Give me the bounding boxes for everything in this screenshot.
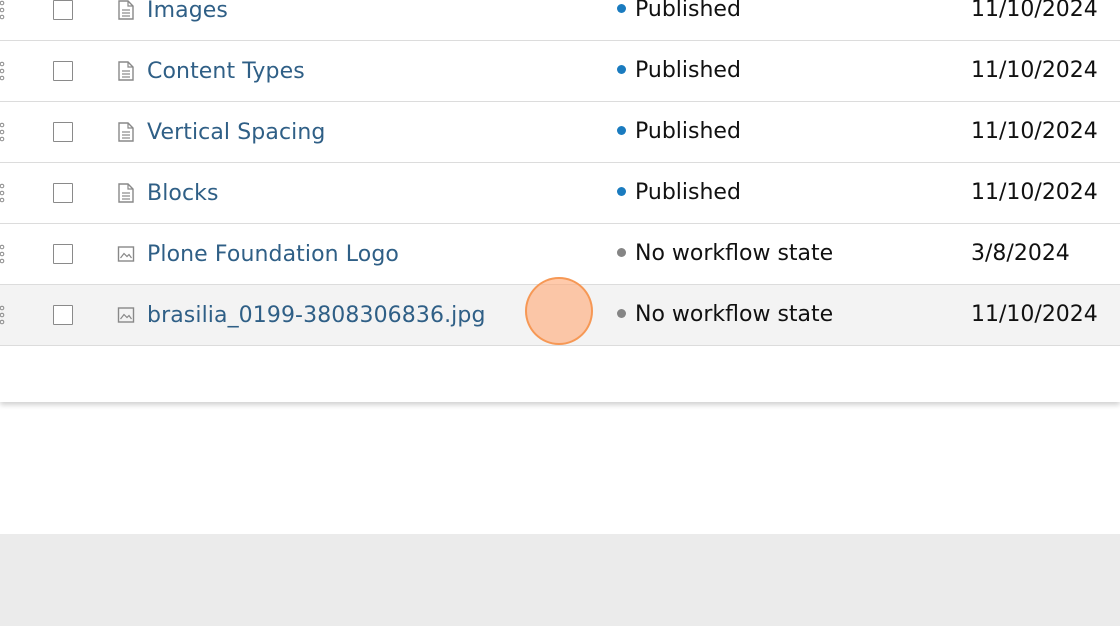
footer-band [0,534,1120,626]
review-state-label: No workflow state [635,302,834,327]
item-title-link[interactable]: Plone Foundation Logo [147,242,399,267]
row-checkbox[interactable] [53,305,73,325]
drag-handle-icon[interactable] [0,244,6,264]
review-state: Published [617,119,741,144]
status-dot [617,247,626,257]
table-row[interactable]: Images Published 11/10/2024 [0,0,1120,41]
item-title-link[interactable]: Images [147,0,228,23]
image-icon [117,307,135,323]
row-checkbox[interactable] [53,244,73,264]
image-icon [117,246,135,262]
modified-date: 11/10/2024 [971,0,1098,22]
table-row[interactable]: Content Types Published 11/10/2024 [0,41,1120,102]
status-dot [617,186,626,196]
row-checkbox[interactable] [53,61,73,81]
review-state: Published [617,58,741,83]
modified-date: 11/10/2024 [971,119,1098,144]
review-state: Published [617,180,741,205]
row-checkbox[interactable] [53,0,73,20]
review-state-label: No workflow state [635,241,834,266]
document-icon [118,183,134,203]
row-checkbox[interactable] [53,183,73,203]
item-title-link[interactable]: Blocks [147,181,219,206]
review-state: No workflow state [617,302,833,327]
review-state-label: Published [635,58,741,83]
modified-date: 11/10/2024 [971,58,1098,83]
review-state-label: Published [635,180,741,205]
drag-handle-icon[interactable] [0,61,6,81]
review-state: No workflow state [617,241,833,266]
item-title-link[interactable]: Content Types [147,59,305,84]
modified-date: 11/10/2024 [971,302,1098,327]
document-icon [118,61,134,81]
row-checkbox[interactable] [53,122,73,142]
drag-handle-icon[interactable] [0,122,6,142]
review-state: Published [617,0,741,22]
modified-date: 11/10/2024 [971,180,1098,205]
document-icon [118,122,134,142]
review-state-label: Published [635,119,741,144]
drag-handle-icon[interactable] [0,183,6,203]
item-title-link[interactable]: Vertical Spacing [147,120,325,145]
review-state-label: Published [635,0,741,22]
contents-table-panel: Images Published 11/10/2024 Content Type… [0,0,1120,402]
table-row[interactable]: Vertical Spacing Published 11/10/2024 [0,102,1120,163]
page: Images Published 11/10/2024 Content Type… [0,0,1120,626]
table-row[interactable]: brasilia_0199-3808306836.jpg No workflow… [0,285,1120,346]
modified-date: 3/8/2024 [971,241,1070,266]
status-dot [617,64,626,74]
document-icon [118,0,134,20]
status-dot [617,125,626,135]
status-dot [617,308,626,318]
drag-handle-icon[interactable] [0,305,6,325]
drag-handle-icon[interactable] [0,0,6,20]
table-row[interactable]: Blocks Published 11/10/2024 [0,163,1120,224]
item-title-link[interactable]: brasilia_0199-3808306836.jpg [147,303,486,328]
status-dot [617,3,626,13]
table-row[interactable]: Plone Foundation Logo No workflow state … [0,224,1120,285]
